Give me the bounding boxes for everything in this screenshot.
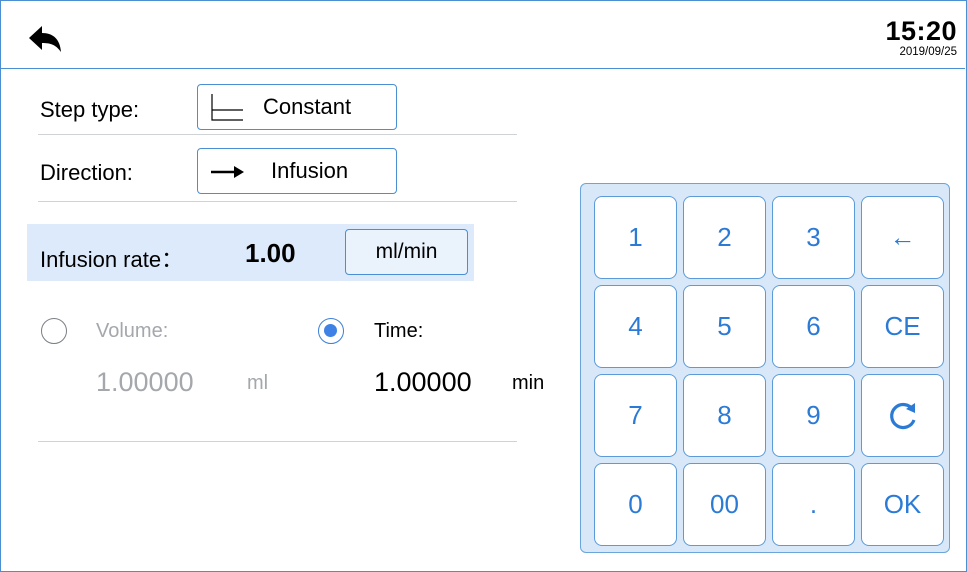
key-9[interactable]: 9 xyxy=(772,374,855,457)
volume-label: Volume: xyxy=(96,320,169,342)
key-4[interactable]: 4 xyxy=(594,285,677,368)
clock: 15:20 2019/09/25 xyxy=(885,18,957,59)
time-value[interactable]: 1.00000 xyxy=(374,367,472,398)
divider xyxy=(38,441,517,442)
time-radio[interactable] xyxy=(318,318,344,344)
rate-unit-button[interactable]: ml/min xyxy=(345,229,468,275)
key-7[interactable]: 7 xyxy=(594,374,677,457)
key-6[interactable]: 6 xyxy=(772,285,855,368)
key-00[interactable]: 00 xyxy=(683,463,766,546)
direction-value: Infusion xyxy=(271,158,349,183)
time-label: Time: xyxy=(374,320,424,342)
step-type-button[interactable]: Constant xyxy=(197,84,397,130)
constant-step-icon xyxy=(211,94,243,121)
right-arrow-icon xyxy=(211,166,244,178)
volume-radio[interactable] xyxy=(41,318,67,344)
divider xyxy=(38,134,517,135)
top-bar: 15:20 2019/09/25 xyxy=(0,0,965,69)
time-unit: min xyxy=(512,372,545,394)
back-button[interactable] xyxy=(27,24,63,60)
back-arrow-icon xyxy=(29,26,61,52)
numeric-keypad: 1 2 3 ← 4 5 6 CE 7 8 9 0 00 . OK xyxy=(580,183,950,553)
key-ok[interactable]: OK xyxy=(861,463,944,546)
key-5[interactable]: 5 xyxy=(683,285,766,368)
divider xyxy=(38,201,517,202)
key-3[interactable]: 3 xyxy=(772,196,855,279)
key-1[interactable]: 1 xyxy=(594,196,677,279)
clock-date: 2019/09/25 xyxy=(899,46,957,58)
volume-unit: ml xyxy=(247,372,269,394)
key-2[interactable]: 2 xyxy=(683,196,766,279)
key-reset[interactable] xyxy=(861,374,944,457)
direction-label: Direction: xyxy=(40,160,133,185)
refresh-icon xyxy=(889,402,916,429)
infusion-rate-value[interactable]: 1.00 xyxy=(245,238,296,269)
clock-time: 15:20 xyxy=(885,16,957,46)
step-type-value: Constant xyxy=(263,94,352,119)
key-8[interactable]: 8 xyxy=(683,374,766,457)
direction-button[interactable]: Infusion xyxy=(197,148,397,194)
key-ce[interactable]: CE xyxy=(861,285,944,368)
key-backspace[interactable]: ← xyxy=(861,196,944,279)
volume-value[interactable]: 1.00000 xyxy=(96,367,194,398)
key-decimal[interactable]: . xyxy=(772,463,855,546)
step-type-label: Step type: xyxy=(40,97,140,122)
key-0[interactable]: 0 xyxy=(594,463,677,546)
infusion-rate-label: Infusion rate： xyxy=(40,247,184,272)
